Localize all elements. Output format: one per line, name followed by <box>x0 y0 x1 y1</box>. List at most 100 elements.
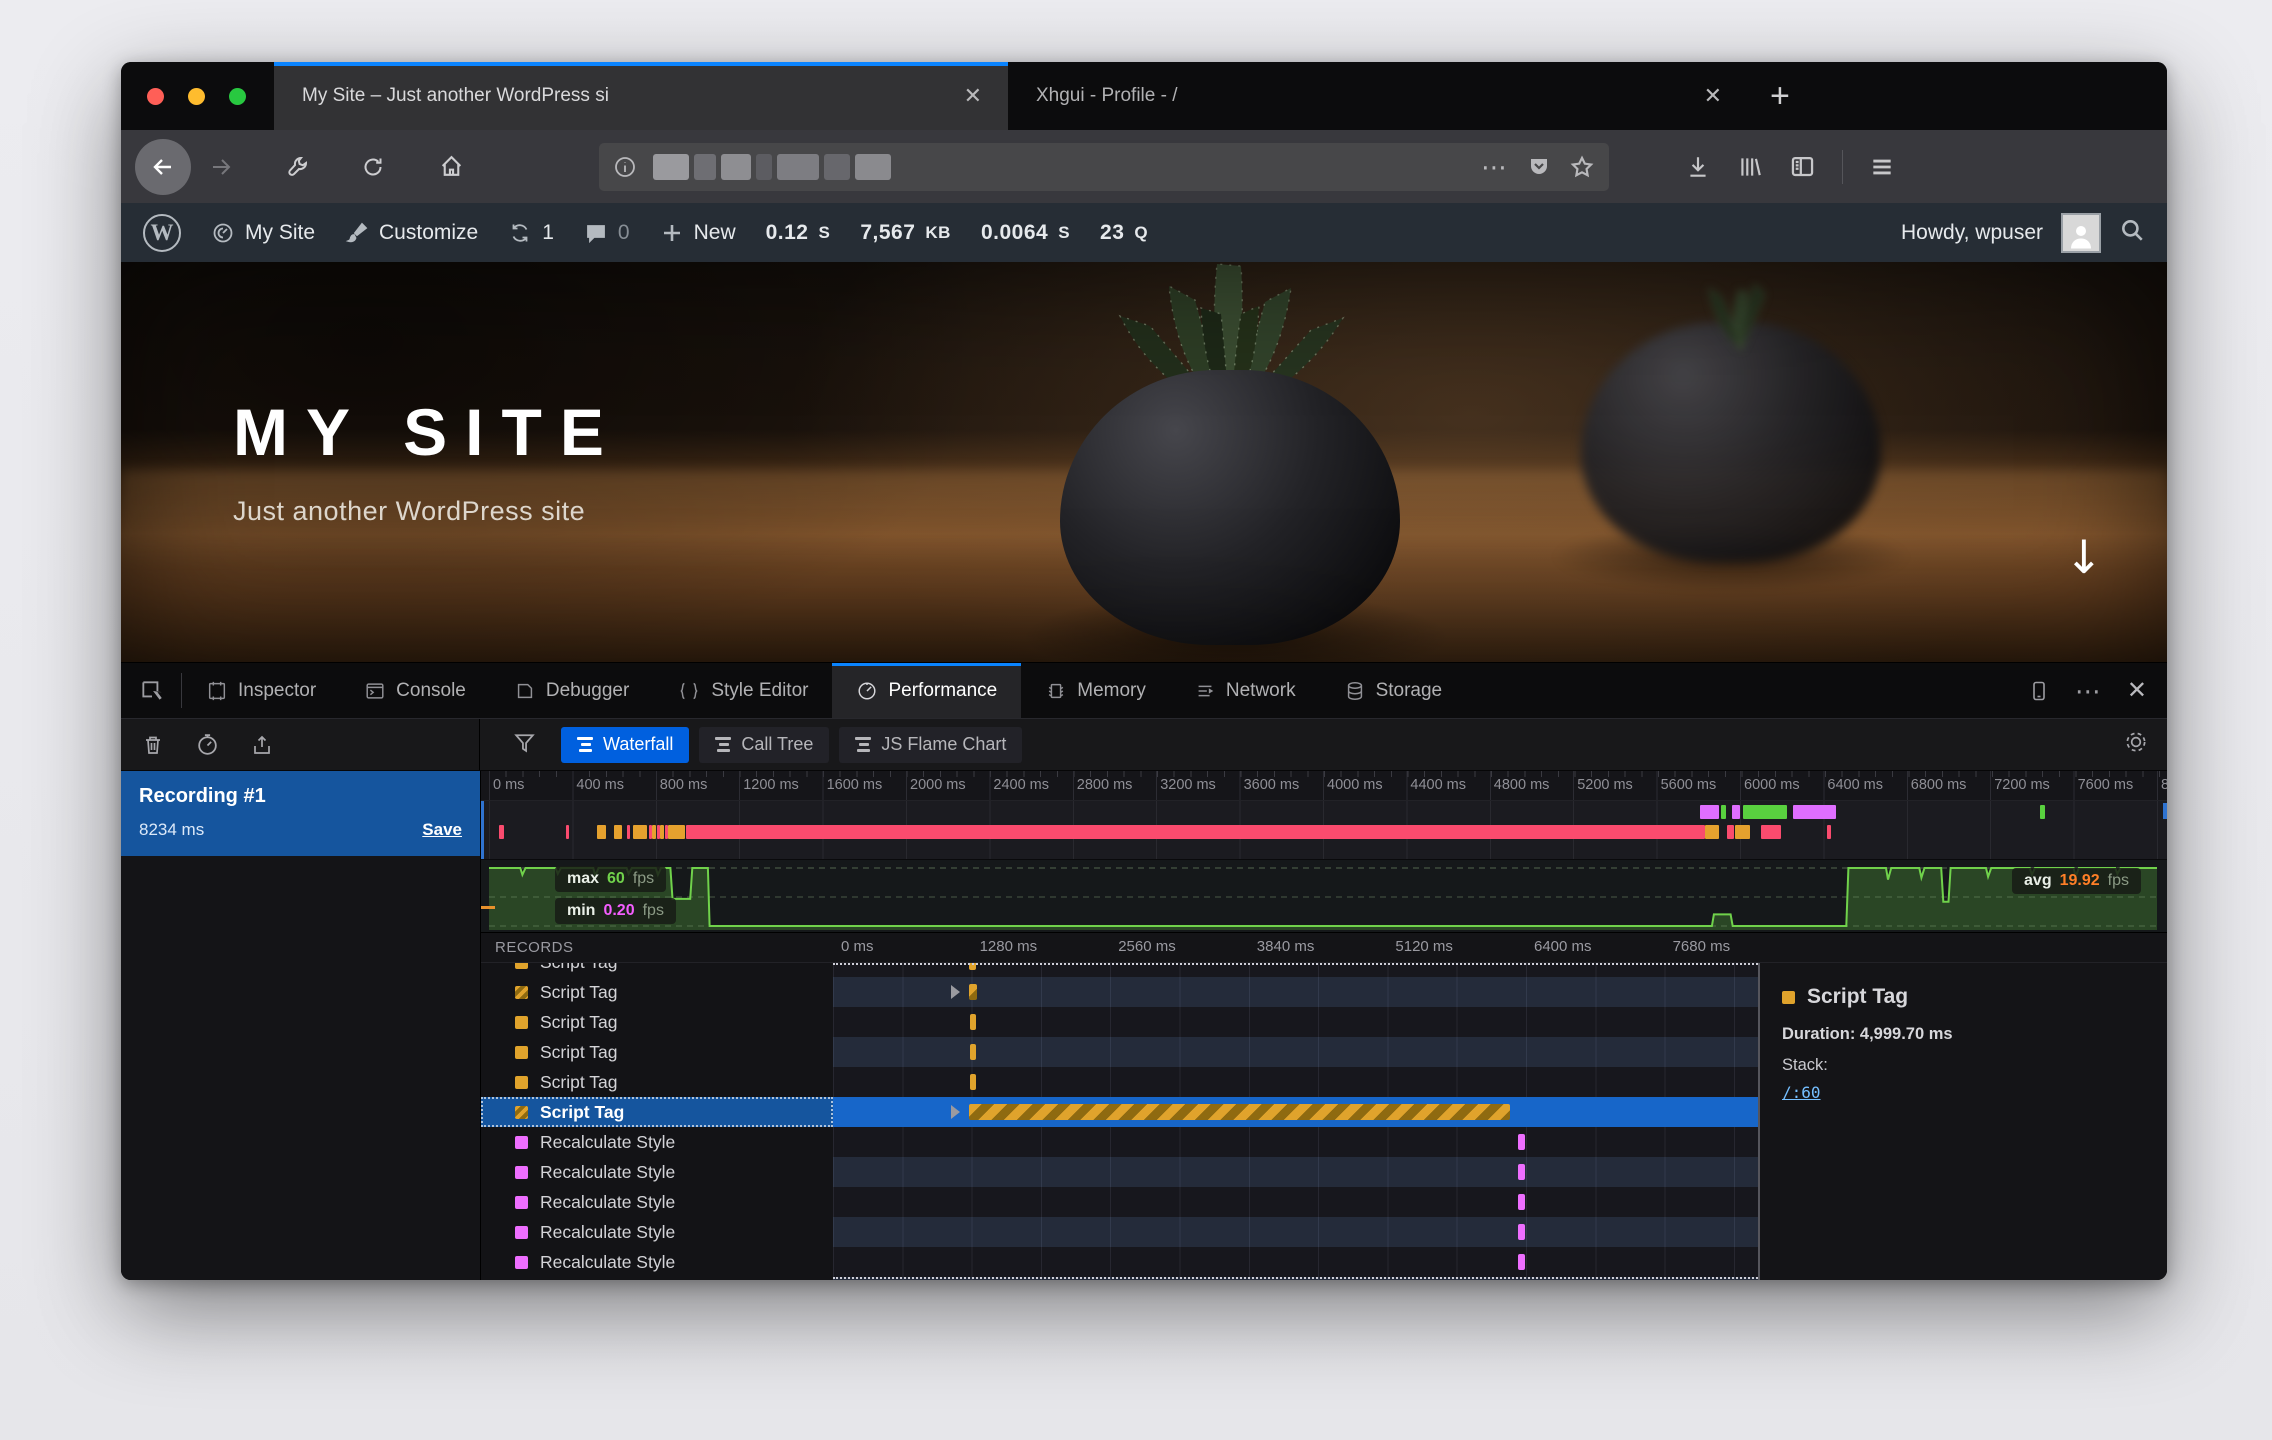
view-button-js-flame-chart[interactable]: JS Flame Chart <box>839 727 1022 763</box>
devtools-tab-memory[interactable]: Memory <box>1021 663 1170 718</box>
clear-recordings-trash-icon[interactable] <box>141 733 165 757</box>
view-button-call-tree[interactable]: Call Tree <box>699 727 829 763</box>
record-row-recalculate-style[interactable]: Recalculate Style <box>481 1277 1758 1280</box>
home-button[interactable] <box>429 145 473 189</box>
waterfall-bar[interactable] <box>1518 1224 1524 1240</box>
plant-small-icon <box>1651 270 1831 350</box>
style-marker-icon <box>515 1136 528 1149</box>
wp-my-site-menu[interactable]: My Site <box>211 221 315 245</box>
back-button[interactable] <box>135 139 191 195</box>
devtools-tab-debugger[interactable]: Debugger <box>490 663 653 718</box>
avatar[interactable] <box>2061 213 2101 253</box>
wp-new-menu[interactable]: New <box>660 221 736 245</box>
ruler-tick-label: 2400 ms <box>993 777 1049 793</box>
zoom-window-button[interactable] <box>229 88 246 105</box>
scroll-down-arrow[interactable]: ↓ <box>2064 530 2103 584</box>
sidebar-toggle-icon[interactable] <box>1789 153 1816 180</box>
performance-settings-button[interactable] <box>2123 729 2167 760</box>
wp-new-label: New <box>694 221 736 245</box>
record-row-script-tag[interactable]: Script Tag <box>481 1097 1758 1127</box>
waterfall-bar[interactable] <box>969 1104 1510 1120</box>
waterfall-bar[interactable] <box>970 1074 977 1090</box>
bookmark-star-icon[interactable] <box>1569 154 1595 180</box>
wp-customize-link[interactable]: Customize <box>345 221 478 245</box>
forward-button[interactable] <box>199 145 243 189</box>
close-window-button[interactable] <box>147 88 164 105</box>
view-button-waterfall[interactable]: Waterfall <box>561 727 689 763</box>
range-start-handle[interactable] <box>481 801 484 859</box>
responsive-design-icon[interactable] <box>2027 679 2051 703</box>
waterfall-bar[interactable] <box>1518 1194 1524 1210</box>
devtools-tab-label: Console <box>396 680 466 702</box>
stack-frame-link[interactable]: /:60 <box>1782 1083 1821 1102</box>
wordpress-logo-icon[interactable]: W <box>143 214 181 252</box>
waterfall-bar[interactable] <box>1518 1164 1524 1180</box>
devtools-tab-style-editor[interactable]: Style Editor <box>653 663 832 718</box>
record-label: Recalculate Style <box>540 1132 675 1153</box>
overview-marker-green <box>1743 805 1787 819</box>
range-end-handle[interactable] <box>2163 803 2167 819</box>
import-recording-icon[interactable] <box>250 733 274 757</box>
reload-button[interactable] <box>351 145 395 189</box>
record-row-script-tag[interactable]: Script Tag <box>481 1007 1758 1037</box>
devtools-wrench-button[interactable] <box>277 145 321 189</box>
minimize-window-button[interactable] <box>188 88 205 105</box>
devtools-tab-network[interactable]: Network <box>1170 663 1320 718</box>
wp-updates-indicator[interactable]: 1 <box>508 221 554 245</box>
devtools-tab-performance[interactable]: Performance <box>832 663 1021 718</box>
wp-comments-indicator[interactable]: 0 <box>584 221 630 245</box>
record-row-script-tag[interactable]: Script Tag <box>481 963 1758 977</box>
record-row-recalculate-style[interactable]: Recalculate Style <box>481 1217 1758 1247</box>
fps-graph[interactable]: max60fps min0.20fps avg19.92fps <box>481 860 2167 933</box>
close-icon[interactable]: ✕ <box>1696 81 1730 111</box>
pick-element-button[interactable] <box>121 663 181 718</box>
overview-marker-violet <box>1793 805 1836 819</box>
expand-arrow-icon[interactable] <box>951 985 960 999</box>
save-recording-link[interactable]: Save <box>422 820 462 840</box>
record-row-recalculate-style[interactable]: Recalculate Style <box>481 1247 1758 1277</box>
waterfall-bar[interactable] <box>1518 1134 1524 1150</box>
record-row-recalculate-style[interactable]: Recalculate Style <box>481 1157 1758 1187</box>
browser-tab-my-site[interactable]: My Site – Just another WordPress si ✕ <box>274 62 1008 130</box>
devtools-tab-label: Network <box>1226 680 1296 702</box>
record-row-script-tag[interactable]: Script Tag <box>481 1067 1758 1097</box>
pocket-icon[interactable] <box>1527 155 1551 179</box>
record-row-script-tag[interactable]: Script Tag <box>481 1037 1758 1067</box>
devtools-tab-inspector[interactable]: Inspector <box>182 663 340 718</box>
filter-button[interactable] <box>512 730 537 760</box>
devtools-tab-storage[interactable]: Storage <box>1320 663 1467 718</box>
close-icon[interactable]: ✕ <box>956 81 990 111</box>
devtools-close-icon[interactable]: ✕ <box>2127 676 2147 705</box>
waterfall-bar[interactable] <box>969 984 978 1000</box>
record-stopwatch-icon[interactable] <box>195 732 220 757</box>
fps-min-label: min0.20fps <box>555 898 676 924</box>
record-row-recalculate-style[interactable]: Recalculate Style <box>481 1187 1758 1217</box>
wp-search-button[interactable] <box>2119 217 2145 249</box>
url-bar[interactable]: ⋯ <box>599 143 1609 191</box>
performance-toolbar: Waterfall Call Tree JS Flame Chart <box>121 718 2167 771</box>
new-tab-button[interactable]: + <box>1748 62 1812 130</box>
page-actions-icon[interactable]: ⋯ <box>1481 162 1509 172</box>
style-marker-icon <box>515 1166 528 1179</box>
downloads-icon[interactable] <box>1685 154 1711 180</box>
devtools-tab-console[interactable]: Console <box>340 663 490 718</box>
menu-hamburger-icon[interactable] <box>1869 154 1895 180</box>
browser-tab-xhgui[interactable]: Xhgui - Profile - / ✕ <box>1008 62 1748 130</box>
timeline-overview[interactable] <box>481 801 2167 860</box>
site-tagline: Just another WordPress site <box>233 496 622 527</box>
waterfall-bar[interactable] <box>970 1014 977 1030</box>
waterfall-bar[interactable] <box>970 1044 977 1060</box>
wp-howdy-label[interactable]: Howdy, wpuser <box>1901 221 2043 245</box>
record-row-recalculate-style[interactable]: Recalculate Style <box>481 1127 1758 1157</box>
waterfall-scroll-area[interactable]: Script TagScript TagScript TagScript Tag… <box>481 963 1758 1280</box>
devtools-menu-icon[interactable]: ⋯ <box>2075 686 2103 696</box>
details-header-spacer <box>1758 933 2167 962</box>
page-info-icon[interactable] <box>613 155 637 179</box>
recording-item[interactable]: Recording #1 8234 ms Save <box>121 771 480 856</box>
waterfall-bar[interactable] <box>969 963 977 970</box>
library-icon[interactable] <box>1737 154 1763 180</box>
expand-arrow-icon[interactable] <box>951 1105 960 1119</box>
waterfall-bar[interactable] <box>1518 1254 1524 1270</box>
record-row-script-tag[interactable]: Script Tag <box>481 977 1758 1007</box>
overview-marker-orange <box>614 825 622 839</box>
